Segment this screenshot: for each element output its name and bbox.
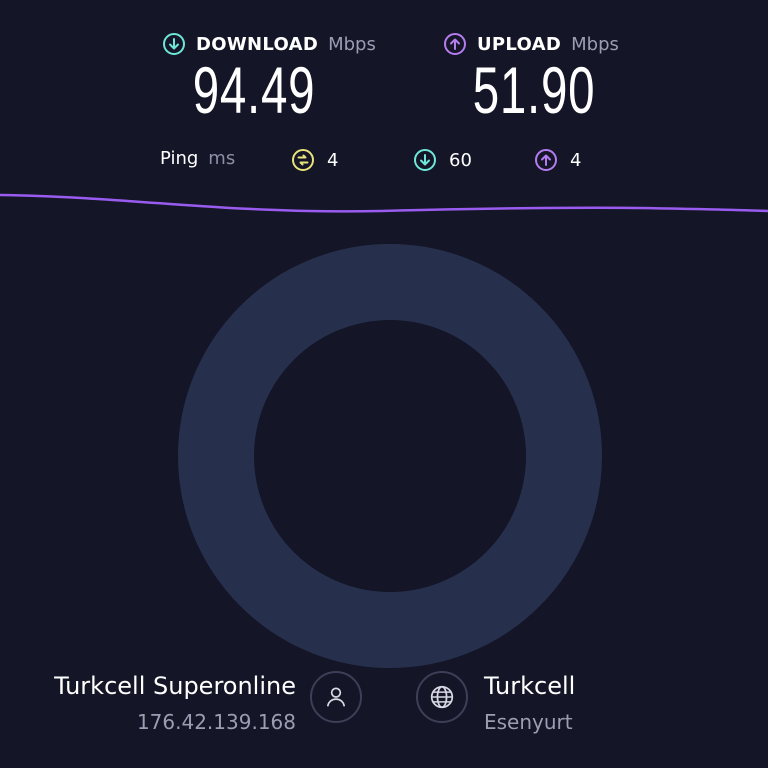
user-icon bbox=[327, 687, 345, 707]
speedtest-result-screen: DOWNLOAD Mbps 94.49 UPLOAD Mbps 51.90 Pi… bbox=[0, 0, 768, 768]
provider-ip: 176.42.139.168 bbox=[136, 710, 296, 734]
server-name: Turkcell bbox=[484, 672, 576, 700]
speed-gauge-ring bbox=[178, 244, 602, 668]
provider-info: Turkcell Superonline 176.42.139.168 bbox=[54, 672, 296, 734]
server-globe-button[interactable] bbox=[416, 671, 468, 723]
globe-icon bbox=[430, 685, 454, 709]
server-location: Esenyurt bbox=[484, 710, 573, 734]
provider-user-button[interactable] bbox=[310, 671, 362, 723]
provider-name: Turkcell Superonline bbox=[54, 672, 296, 700]
server-info: Turkcell Esenyurt bbox=[484, 672, 575, 734]
